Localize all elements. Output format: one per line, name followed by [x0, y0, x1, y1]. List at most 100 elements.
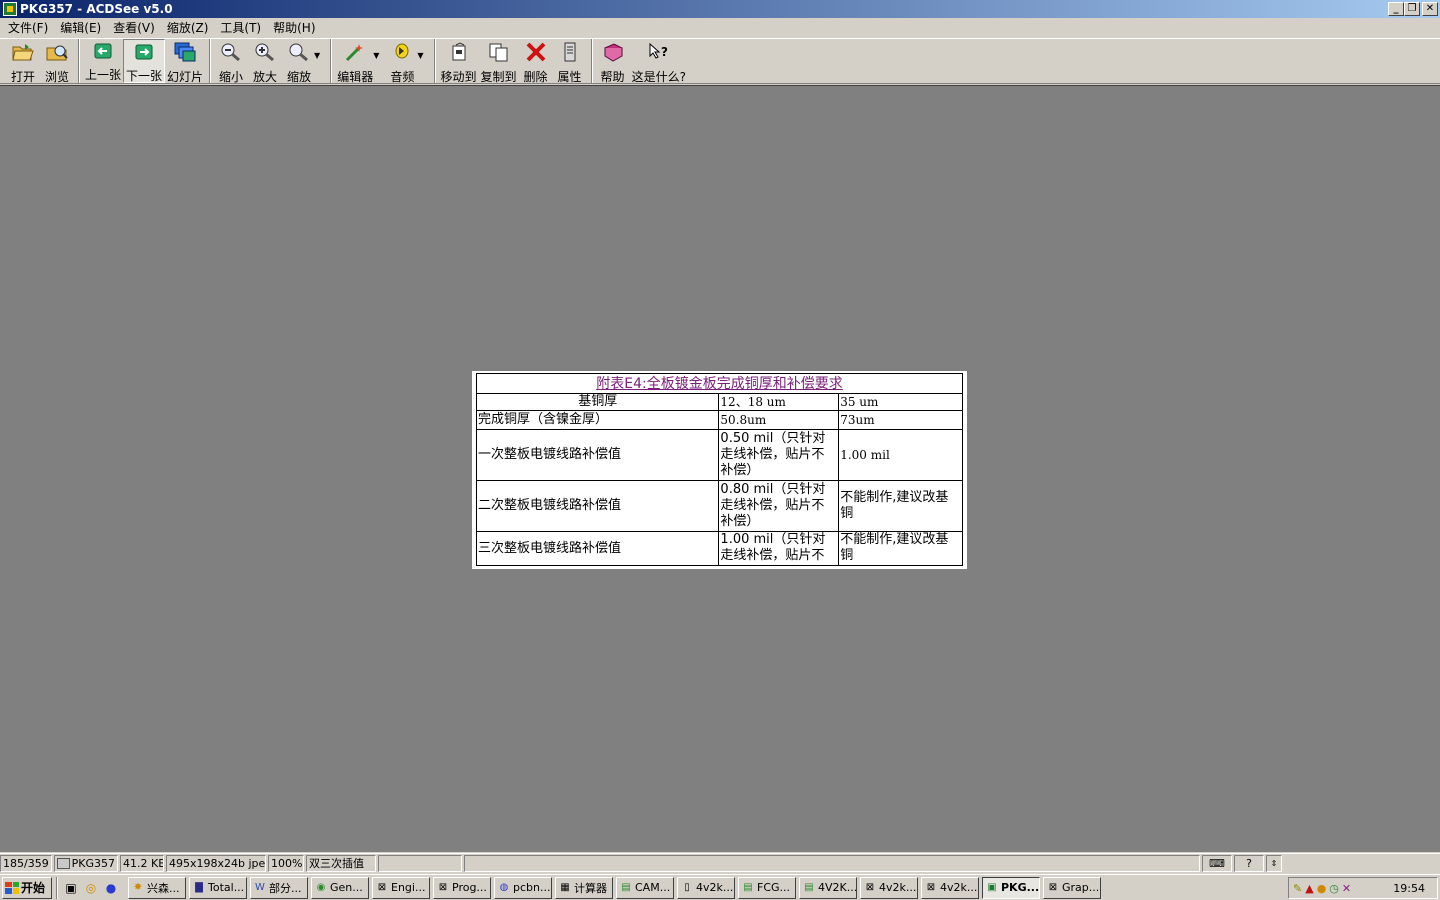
status-bar: 185/359 PKG357 41.2 KB 495x198x24b jpeg …	[0, 853, 1440, 873]
table-cell: 一次整板电镀线路补偿值	[475, 429, 720, 481]
copy-to-button[interactable]: 复制到	[479, 39, 519, 84]
zoom-button[interactable]: 缩放	[282, 39, 316, 84]
next-arrow-icon	[133, 43, 155, 61]
zoom-dropdown-arrow-icon[interactable]: ▼	[314, 51, 320, 60]
cam-app-icon: ▤	[621, 881, 631, 893]
slideshow-button[interactable]: 幻灯片	[165, 39, 205, 84]
acdsee-app-icon[interactable]	[3, 2, 17, 16]
media-icon[interactable]: ●	[103, 880, 119, 896]
gen-app-icon: ◉	[316, 881, 326, 893]
taskbar-task[interactable]: ⊠ 4v2k...	[860, 876, 918, 899]
table-row: 二次整板电镀线路补偿值 0.80 mil（只针对走线补偿，贴片不补偿） 不能制作…	[475, 480, 963, 532]
copy-to-icon	[488, 42, 510, 62]
delete-button[interactable]: 删除	[519, 39, 553, 84]
status-zoom: 100%	[268, 855, 304, 872]
acdsee-icon: ▣	[987, 881, 997, 893]
editor-wand-icon	[344, 42, 366, 62]
next-image-button[interactable]: 下一张	[123, 39, 166, 83]
x-window-icon: ⊠	[865, 881, 875, 893]
menu-file[interactable]: 文件(F)	[2, 19, 54, 37]
whats-this-button[interactable]: ? 这是什么?	[630, 39, 688, 84]
table-cell: 35 um	[838, 393, 963, 411]
audio-button[interactable]: 音频	[385, 39, 419, 84]
table-cell: 0.80 mil（只针对走线补偿，贴片不补偿）	[718, 480, 840, 532]
status-filename-text: PKG357	[71, 857, 115, 870]
whats-this-icon: ?	[648, 42, 670, 62]
delete-x-icon	[525, 42, 547, 62]
taskbar-task[interactable]: ▦ 计算器	[555, 876, 613, 899]
help-button[interactable]: 帮助	[596, 39, 630, 84]
restore-button[interactable]: ❐	[1404, 2, 1420, 16]
tray-pencil-icon[interactable]: ✎	[1293, 882, 1302, 895]
copper-thickness-table: 附表E4:全板镀金板完成铜厚和补偿要求 基铜厚 12、18 um 35 um 完…	[475, 373, 963, 566]
menu-help[interactable]: 帮助(H)	[267, 19, 321, 37]
taskbar-task[interactable]: ⊠ Prog...	[433, 876, 491, 899]
zoom-out-button[interactable]: 缩小	[214, 39, 248, 84]
audio-dropdown-arrow-icon[interactable]: ▼	[417, 51, 423, 60]
taskbar-task-active[interactable]: ▣ PKG...	[982, 876, 1040, 899]
status-filename: PKG357	[54, 855, 118, 872]
system-tray: ✎ ▲ ● ◷ ✕ 19:54	[1288, 877, 1438, 899]
word-doc-icon: W	[255, 881, 265, 893]
taskbar-task[interactable]: ⊠ 4v2k...	[921, 876, 979, 899]
menu-tools[interactable]: 工具(T)	[214, 19, 267, 37]
folder-open-icon	[12, 42, 34, 62]
taskbar-task[interactable]: W 部分...	[250, 876, 308, 899]
open-button[interactable]: 打开	[6, 39, 40, 84]
properties-icon	[559, 42, 581, 62]
taskbar-task[interactable]: ▇ Total...	[189, 876, 247, 899]
tray-x-icon[interactable]: ✕	[1342, 882, 1351, 895]
toolbar-group-navigate: 上一张 下一张 幻灯片	[83, 39, 211, 84]
editor-dropdown-arrow-icon[interactable]: ▼	[373, 51, 379, 60]
taskbar-task[interactable]: ▤ FCG...	[738, 876, 796, 899]
image-viewer-area[interactable]: 附表E4:全板镀金板完成铜厚和补偿要求 基铜厚 12、18 um 35 um 完…	[0, 85, 1440, 852]
help-question-icon[interactable]: ?	[1234, 855, 1264, 872]
toolbar-group-tools: 编辑器 ▼ 音频 ▼	[335, 39, 435, 84]
taskbar-task[interactable]: ▯ 4v2k...	[677, 876, 735, 899]
move-to-button[interactable]: 移动到	[439, 39, 479, 84]
tray-apple-icon[interactable]: ●	[1317, 882, 1327, 895]
table-cell: 不能制作,建议改基铜	[838, 531, 963, 566]
taskbar-task[interactable]: ⊠ Grap...	[1043, 876, 1101, 899]
slideshow-icon	[174, 42, 196, 62]
tray-clock-app-icon[interactable]: ◷	[1329, 882, 1339, 895]
taskbar-task[interactable]: ◉ Gen...	[311, 876, 369, 899]
taskbar-task[interactable]: ▤ 4V2K...	[799, 876, 857, 899]
menu-view[interactable]: 查看(V)	[107, 19, 161, 37]
table-cell: 12、18 um	[718, 393, 840, 411]
table-title: 附表E4:全板镀金板完成铜厚和补偿要求	[476, 373, 963, 394]
tray-acrobat-icon[interactable]: ▲	[1305, 882, 1313, 895]
browse-button[interactable]: 浏览	[40, 39, 74, 84]
calculator-icon: ▦	[560, 881, 570, 893]
taskbar-task[interactable]: ▤ CAM...	[616, 876, 674, 899]
zoom-in-icon	[254, 42, 276, 62]
taskbar-task[interactable]: ✸ 兴森...	[128, 876, 186, 899]
keyboard-icon[interactable]: ⌨	[1202, 855, 1232, 872]
properties-button[interactable]: 属性	[553, 39, 587, 84]
taskbar-clock[interactable]: 19:54	[1393, 882, 1425, 895]
table-cell: 1.00 mil（只针对走线补偿，贴片不	[718, 531, 840, 566]
table-cell: 三次整板电镀线路补偿值	[475, 531, 720, 566]
previous-image-button[interactable]: 上一张	[83, 39, 123, 83]
svg-text:?: ?	[661, 45, 668, 59]
table-cell: 完成铜厚（含镍金厚）	[475, 410, 720, 430]
quick-launch: ▣ ◎ ●	[56, 876, 125, 899]
star-icon: ✸	[133, 881, 143, 893]
browser-icon[interactable]: ◎	[83, 880, 99, 896]
window-title: PKG357 - ACDSee v5.0	[20, 2, 173, 16]
start-button[interactable]: 开始	[2, 876, 52, 899]
editor-button[interactable]: 编辑器	[335, 39, 375, 84]
minimize-button[interactable]: _	[1388, 2, 1404, 16]
menu-zoom[interactable]: 缩放(Z)	[161, 19, 215, 37]
show-desktop-icon[interactable]: ▣	[63, 880, 79, 896]
taskbar-task[interactable]: ⊠ Engi...	[372, 876, 430, 899]
status-scroll-icon[interactable]: ⇕	[1266, 855, 1282, 872]
close-button[interactable]: ✕	[1422, 2, 1438, 16]
toolbar: 打开 浏览 上一张 下一张 幻灯片 缩小 放大 缩放 ▼ 编辑器 ▼ 音频 ▼ …	[0, 38, 1440, 84]
move-to-icon	[448, 42, 470, 62]
menu-edit[interactable]: 编辑(E)	[54, 19, 107, 37]
zoom-in-button[interactable]: 放大	[248, 39, 282, 84]
status-resample: 双三次插值	[306, 855, 376, 872]
taskbar-task[interactable]: ◍ pcbn...	[494, 876, 552, 899]
table-row: 一次整板电镀线路补偿值 0.50 mil（只针对走线补偿，贴片不补偿） 1.00…	[475, 429, 963, 481]
